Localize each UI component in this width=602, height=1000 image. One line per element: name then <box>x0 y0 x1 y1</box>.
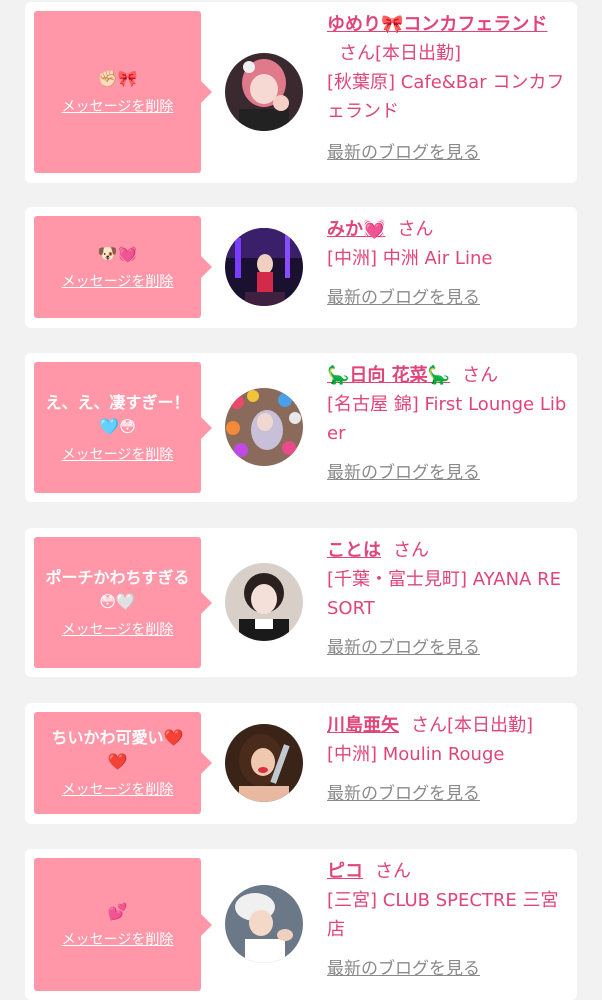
message-bubble: 💕 メッセージを削除 <box>34 858 212 991</box>
list-item: 🐶💓 メッセージを削除 みか💓 さん [中洲] 中洲 Air Line 最新のブロ… <box>25 207 577 328</box>
delete-message-link[interactable]: メッセージを削除 <box>62 930 174 950</box>
honorific: さん <box>393 540 429 561</box>
list-item: ちいかわ可愛い❤️❤️ メッセージを削除 川島亜矢 さん[本日出勤] [中洲] M… <box>25 703 577 824</box>
status-badge: [本日出勤] <box>447 715 534 736</box>
name-line: ピコ さん <box>327 857 567 886</box>
name-line: 🦕日向 花菜🦕 さん <box>327 361 567 390</box>
message-text: 💕 <box>107 901 128 921</box>
cast-name-link[interactable]: ピコ <box>327 861 363 882</box>
honorific: さん <box>339 43 375 64</box>
status-badge: [本日出勤] <box>375 43 462 64</box>
delete-message-link[interactable]: メッセージを削除 <box>62 780 174 800</box>
latest-blog-link[interactable]: 最新のブログを見る <box>327 955 480 984</box>
cast-name-link[interactable]: ゆめり🎀コンカフェランド <box>327 14 547 35</box>
cast-name-link[interactable]: 🦕日向 花菜🦕 <box>327 365 450 386</box>
message-bubble: 🐶💓 メッセージを削除 <box>34 216 212 318</box>
avatar[interactable] <box>225 885 303 963</box>
shop-name: [三宮] CLUB SPECTRE 三宮店 <box>327 890 559 940</box>
cast-name-link[interactable]: みか💓 <box>327 219 385 240</box>
message-text: ✊🏻🎀 <box>97 69 138 88</box>
name-line: みか💓 さん <box>327 215 567 244</box>
latest-blog-link[interactable]: 最新のブログを見る <box>327 139 480 168</box>
message-list: ✊🏻🎀 メッセージを削除 ゆめり🎀コンカフェランドさん[本日出勤] [秋葉原] … <box>0 0 602 1000</box>
name-line: ゆめり🎀コンカフェランドさん[本日出勤] <box>327 10 567 68</box>
honorific: さん <box>462 365 499 386</box>
delete-message-link[interactable]: メッセージを削除 <box>62 97 174 117</box>
message-bubble: え、え、凄すぎー！🩵😳 メッセージを削除 <box>34 362 212 493</box>
shop-name: [名古屋 錦] First Lounge Liber <box>327 394 567 444</box>
message-bubble: ちいかわ可愛い❤️❤️ メッセージを削除 <box>34 712 212 814</box>
message-text: 🐶💓 <box>97 244 138 263</box>
list-item: 💕 メッセージを削除 ピコ さん [三宮] CLUB SPECTRE 三宮店 最新… <box>25 849 577 1000</box>
message-text: ポーチかわちすぎる😳🤍 <box>45 567 190 611</box>
cast-info: 🦕日向 花菜🦕 さん [名古屋 錦] First Lounge Liber 最新の… <box>327 361 567 488</box>
honorific: さん <box>375 861 411 882</box>
name-line: 川島亜矢 さん[本日出勤] <box>327 711 567 740</box>
cast-name-link[interactable]: 川島亜矢 <box>327 715 399 736</box>
message-bubble: ポーチかわちすぎる😳🤍 メッセージを削除 <box>34 537 212 668</box>
name-line: ことは さん <box>327 536 567 565</box>
latest-blog-link[interactable]: 最新のブログを見る <box>327 284 480 313</box>
message-text: え、え、凄すぎー！🩵😳 <box>45 392 190 436</box>
avatar[interactable] <box>225 724 303 802</box>
latest-blog-link[interactable]: 最新のブログを見る <box>327 634 480 663</box>
shop-name: [中洲] Moulin Rouge <box>327 744 505 765</box>
avatar[interactable] <box>225 228 303 306</box>
shop-name: [中洲] 中洲 Air Line <box>327 248 493 269</box>
list-item: ポーチかわちすぎる😳🤍 メッセージを削除 ことは さん [千葉・富士見町] AYA… <box>25 528 577 677</box>
avatar[interactable] <box>225 53 303 131</box>
cast-info: みか💓 さん [中洲] 中洲 Air Line 最新のブログを見る <box>327 215 567 313</box>
delete-message-link[interactable]: メッセージを削除 <box>62 272 174 292</box>
honorific: さん <box>397 219 434 240</box>
list-item: ✊🏻🎀 メッセージを削除 ゆめり🎀コンカフェランドさん[本日出勤] [秋葉原] … <box>25 2 577 183</box>
delete-message-link[interactable]: メッセージを削除 <box>62 620 174 640</box>
message-bubble: ✊🏻🎀 メッセージを削除 <box>34 11 212 173</box>
message-text: ちいかわ可愛い❤️❤️ <box>51 728 184 771</box>
cast-info: ことは さん [千葉・富士見町] AYANA RESORT 最新のブログを見る <box>327 536 567 663</box>
latest-blog-link[interactable]: 最新のブログを見る <box>327 459 480 488</box>
avatar[interactable] <box>225 388 303 466</box>
cast-info: ピコ さん [三宮] CLUB SPECTRE 三宮店 最新のブログを見る <box>327 857 567 984</box>
cast-info: 川島亜矢 さん[本日出勤] [中洲] Moulin Rouge 最新のブログを見る <box>327 711 567 809</box>
honorific: さん <box>411 715 447 736</box>
avatar[interactable] <box>225 563 303 641</box>
latest-blog-link[interactable]: 最新のブログを見る <box>327 780 480 809</box>
cast-name-link[interactable]: ことは <box>327 540 381 561</box>
cast-info: ゆめり🎀コンカフェランドさん[本日出勤] [秋葉原] Cafe&Bar コンカフ… <box>327 10 567 168</box>
shop-name: [秋葉原] Cafe&Bar コンカフェランド <box>327 72 565 122</box>
delete-message-link[interactable]: メッセージを削除 <box>62 445 174 465</box>
shop-name: [千葉・富士見町] AYANA RESORT <box>327 569 561 619</box>
list-item: え、え、凄すぎー！🩵😳 メッセージを削除 🦕日向 花菜🦕さん [名古屋 錦] <box>25 353 577 502</box>
